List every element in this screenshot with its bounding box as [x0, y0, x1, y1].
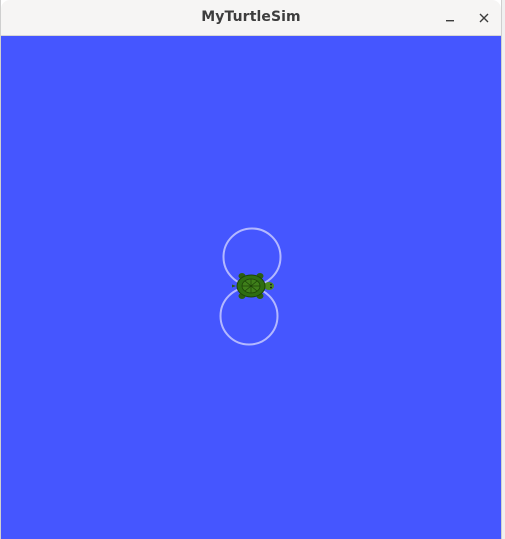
turtle-canvas[interactable]	[1, 36, 501, 539]
minimize-button[interactable]	[438, 6, 462, 30]
canvas-drawing	[219, 227, 282, 346]
minimize-icon	[446, 20, 454, 22]
window-title: MyTurtleSim	[201, 9, 301, 25]
turtlesim-window: MyTurtleSim	[0, 0, 502, 539]
title-bar[interactable]: MyTurtleSim	[1, 0, 501, 36]
close-icon	[479, 13, 489, 23]
close-button[interactable]	[472, 6, 496, 30]
